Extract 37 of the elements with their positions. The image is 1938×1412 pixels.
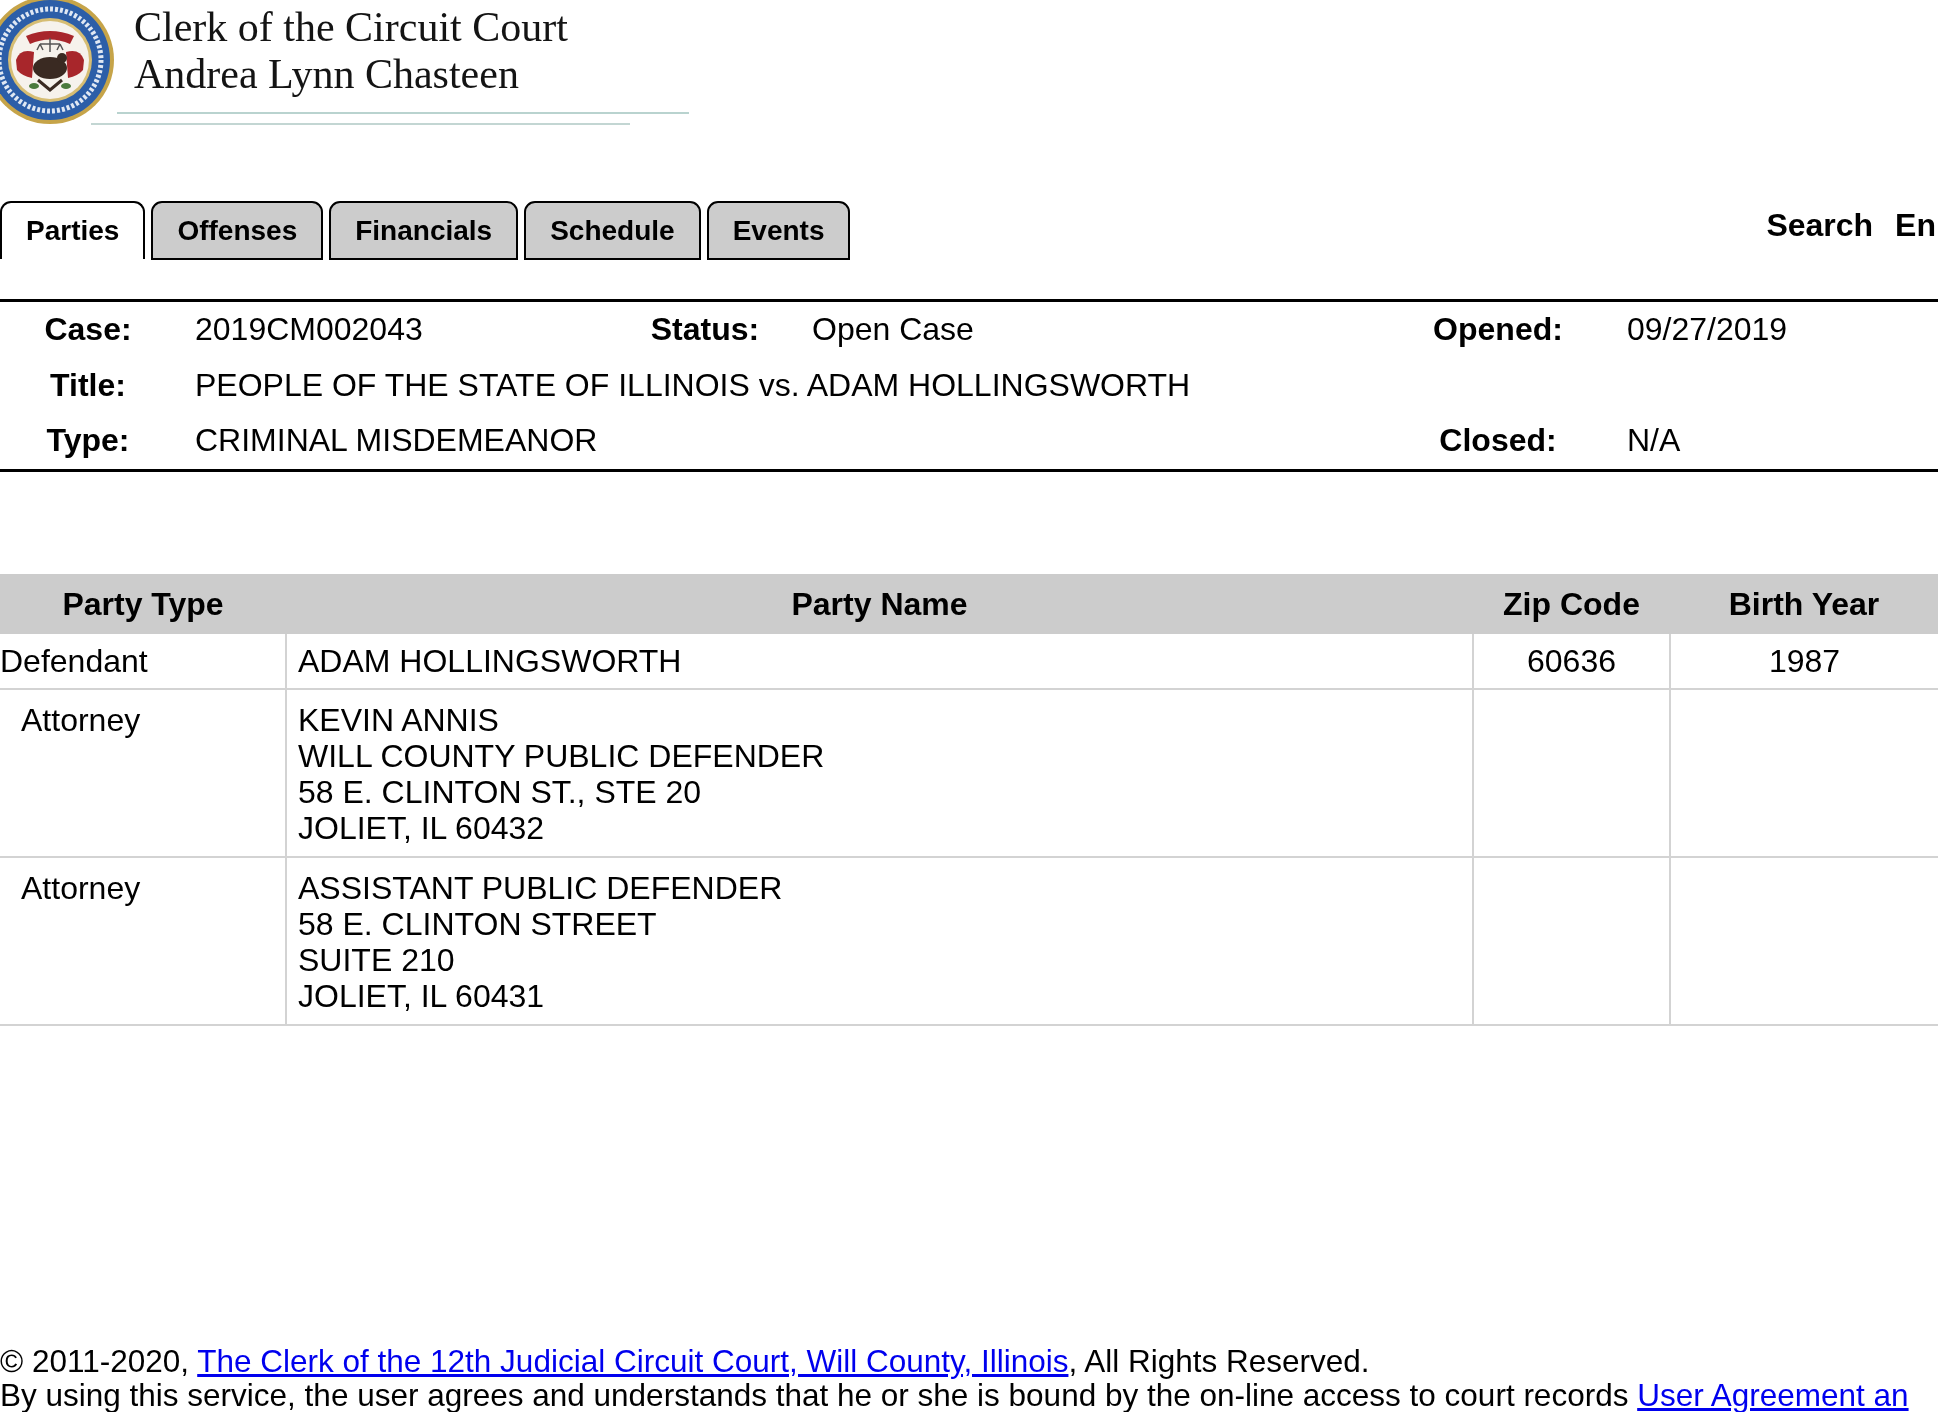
field-value: CRIMINAL MISDEMEANOR [195, 422, 598, 460]
party-type-cell: Defendant [0, 633, 286, 689]
field-value: PEOPLE OF THE STATE OF ILLINOIS vs. ADAM HOLLINGSWORTH [195, 366, 1191, 404]
field-label: Opened: [1433, 311, 1563, 349]
clerk-name: Andrea Lynn Chasteen [134, 51, 519, 98]
zip-code-cell: 60636 [1473, 633, 1670, 689]
field-label: Case: [44, 311, 132, 349]
tab[interactable]: Financials [329, 201, 519, 260]
tab[interactable]: Schedule [524, 201, 701, 260]
field-label: Title: [50, 366, 126, 404]
field-value: 2019CM002043 [195, 311, 423, 349]
column-header: Zip Code [1473, 573, 1670, 634]
nav-link[interactable]: Search [1766, 207, 1874, 244]
party-name-cell: ADAM HOLLINGSWORTH [286, 633, 1473, 689]
field-label: Closed: [1439, 422, 1557, 460]
party-type-cell: Attorney [0, 856, 286, 1025]
footer-text: By using this service, the user agrees and understands that he or she is bound by the on-line access to court records User Agreement an [0, 1378, 1909, 1412]
field-label: Status: [650, 311, 760, 349]
field-value: N/A [1627, 422, 1681, 460]
party-name-cell: KEVIN ANNIS WILL COUNTY PUBLIC DEFENDER 58 E. CLINTON ST., STE 20 JOLIET, IL 60432 [286, 688, 1473, 857]
tab[interactable]: Offenses [151, 201, 324, 260]
footer-text: © 2011-2020, The Clerk of the 12th Judicial Circuit Court, Will County, Illinois, All Rights Reserved. [0, 1344, 1370, 1378]
footer-link[interactable]: The Clerk of the 12th Judicial Circuit Court, Will County, Illinois [197, 1343, 1069, 1379]
column-header: Party Name [286, 573, 1473, 634]
nav-link[interactable]: En [1895, 207, 1936, 244]
column-header: Party Type [0, 573, 286, 634]
birth-year-cell: 1987 [1670, 633, 1938, 689]
party-type-cell: Attorney [0, 688, 286, 857]
field-label: Type: [46, 422, 130, 460]
field-value: Open Case [812, 311, 974, 349]
tab[interactable]: Parties [0, 201, 146, 259]
column-header: Birth Year [1670, 573, 1938, 634]
footer-link[interactable]: User Agreement an [1637, 1377, 1909, 1412]
party-name-cell: ASSISTANT PUBLIC DEFENDER 58 E. CLINTON STREET SUITE 210 JOLIET, IL 60431 [286, 856, 1473, 1025]
field-value: 09/27/2019 [1627, 311, 1788, 349]
tab[interactable]: Events [706, 201, 851, 260]
site-title: Clerk of the Circuit Court [134, 4, 568, 51]
